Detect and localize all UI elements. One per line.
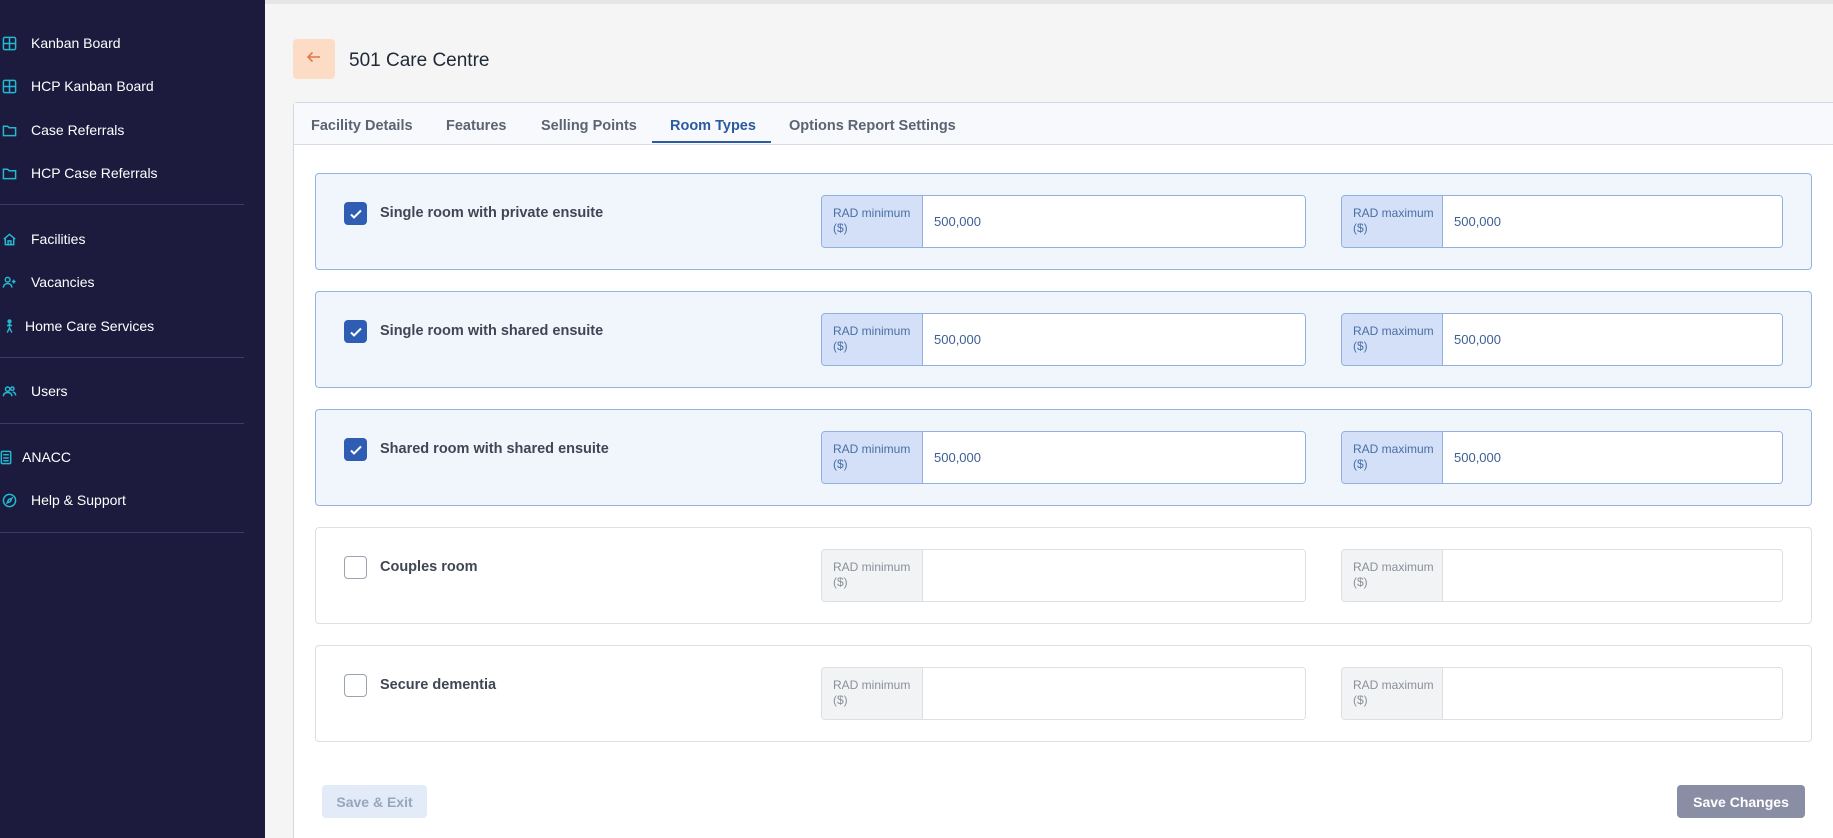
rad-maximum-label: RAD maximum ($) [1342,432,1443,483]
grid-icon [0,77,18,95]
sidebar-item-label: Users [31,383,68,399]
rad-minimum-field: RAD minimum ($) [821,313,1306,366]
calculator-icon [0,448,12,466]
room-label: Single room with private ensuite [380,205,604,221]
users-icon [0,382,18,400]
sidebar-divider [0,532,244,533]
sidebar-divider [0,423,244,424]
rad-minimum-label: RAD minimum ($) [822,196,923,247]
sidebar-item-label: HCP Case Referrals [31,165,158,181]
rad-maximum-label: RAD maximum ($) [1342,196,1443,247]
tab-selling-points[interactable]: Selling Points [541,118,637,134]
rad-minimum-input[interactable] [923,432,1305,483]
back-button[interactable] [293,39,335,79]
room-checkbox[interactable] [344,674,367,697]
rad-minimum-label: RAD minimum ($) [822,314,923,365]
rad-maximum-field: RAD maximum ($) [1341,549,1783,602]
sidebar-item-label: Vacancies [31,274,95,290]
rad-minimum-label: RAD minimum ($) [822,668,923,719]
rad-maximum-field: RAD maximum ($) [1341,195,1783,248]
room-checkbox[interactable] [344,438,367,461]
sidebar-item-vacancies[interactable]: Vacancies [0,266,95,298]
room-label: Shared room with shared ensuite [380,441,609,457]
arrow-left-icon [305,48,323,71]
tab-facility-details[interactable]: Facility Details [311,118,413,134]
room-checkbox[interactable] [344,320,367,343]
rad-maximum-input[interactable] [1443,314,1782,365]
walking-person-icon [0,317,18,335]
sidebar-item-label: Kanban Board [31,35,121,51]
sidebar-item-home-care-services[interactable]: Home Care Services [0,310,154,342]
rad-minimum-input[interactable] [923,196,1305,247]
rad-minimum-field: RAD minimum ($) [821,195,1306,248]
sidebar-item-label: ANACC [22,449,72,465]
tab-bar [294,103,1833,145]
rad-maximum-label: RAD maximum ($) [1342,314,1443,365]
rad-minimum-input[interactable] [923,314,1305,365]
compass-icon [0,491,18,509]
room-label: Couples room [380,559,478,575]
rad-maximum-input[interactable] [1443,668,1782,719]
tab-features[interactable]: Features [446,118,506,134]
room-card: Secure dementia RAD minimum ($) RAD maxi… [315,645,1812,742]
room-card: Single room with private ensuite RAD min… [315,173,1812,270]
check-icon [349,327,362,337]
rad-maximum-input[interactable] [1443,196,1782,247]
save-changes-button[interactable]: Save Changes [1677,785,1805,818]
rad-minimum-input[interactable] [923,550,1305,601]
rad-maximum-input[interactable] [1443,432,1782,483]
room-card: Single room with shared ensuite RAD mini… [315,291,1812,388]
room-card: Couples room RAD minimum ($) RAD maximum… [315,527,1812,624]
rad-maximum-field: RAD maximum ($) [1341,431,1783,484]
folder-icon [0,164,18,182]
rad-minimum-input[interactable] [923,668,1305,719]
page-title: 501 Care Centre [349,50,490,71]
home-icon [0,230,18,248]
rad-maximum-field: RAD maximum ($) [1341,667,1783,720]
tab-options-report-settings[interactable]: Options Report Settings [789,118,956,134]
sidebar-item-label: Home Care Services [25,318,155,334]
sidebar-item-kanban-board[interactable]: Kanban Board [0,27,121,59]
sidebar-divider [0,357,244,358]
sidebar-item-label: Facilities [31,231,86,247]
sidebar-item-label: Case Referrals [31,122,125,138]
sidebar-item-label: Help & Support [31,492,126,508]
tab-room-types[interactable]: Room Types [670,118,756,134]
sidebar-item-help-support[interactable]: Help & Support [0,484,126,516]
user-add-icon [0,273,18,291]
sidebar-divider [0,204,244,205]
room-card: Shared room with shared ensuite RAD mini… [315,409,1812,506]
room-checkbox[interactable] [344,556,367,579]
room-label: Secure dementia [380,677,497,693]
folder-icon [0,121,18,139]
sidebar-item-anacc[interactable]: ANACC [0,441,71,473]
rad-maximum-field: RAD maximum ($) [1341,313,1783,366]
sidebar-item-case-referrals[interactable]: Case Referrals [0,114,124,146]
rad-minimum-label: RAD minimum ($) [822,550,923,601]
rad-minimum-field: RAD minimum ($) [821,667,1306,720]
grid-icon [0,34,18,52]
sidebar-item-hcp-kanban-board[interactable]: HCP Kanban Board [0,70,154,102]
sidebar-item-label: HCP Kanban Board [31,78,154,94]
save-exit-button[interactable]: Save & Exit [322,785,427,818]
rad-minimum-field: RAD minimum ($) [821,549,1306,602]
rad-maximum-label: RAD maximum ($) [1342,550,1443,601]
room-checkbox[interactable] [344,202,367,225]
sidebar-item-facilities[interactable]: Facilities [0,223,85,255]
check-icon [349,209,362,219]
rad-maximum-label: RAD maximum ($) [1342,668,1443,719]
rad-minimum-field: RAD minimum ($) [821,431,1306,484]
room-label: Single room with shared ensuite [380,323,604,339]
sidebar: Kanban Board HCP Kanban Board Case Refer… [0,0,265,838]
rad-maximum-input[interactable] [1443,550,1782,601]
active-tab-indicator [652,141,771,143]
sidebar-item-users[interactable]: Users [0,375,68,407]
check-icon [349,445,362,455]
rad-minimum-label: RAD minimum ($) [822,432,923,483]
sidebar-item-hcp-case-referrals[interactable]: HCP Case Referrals [0,157,158,189]
top-bar [265,0,1833,4]
